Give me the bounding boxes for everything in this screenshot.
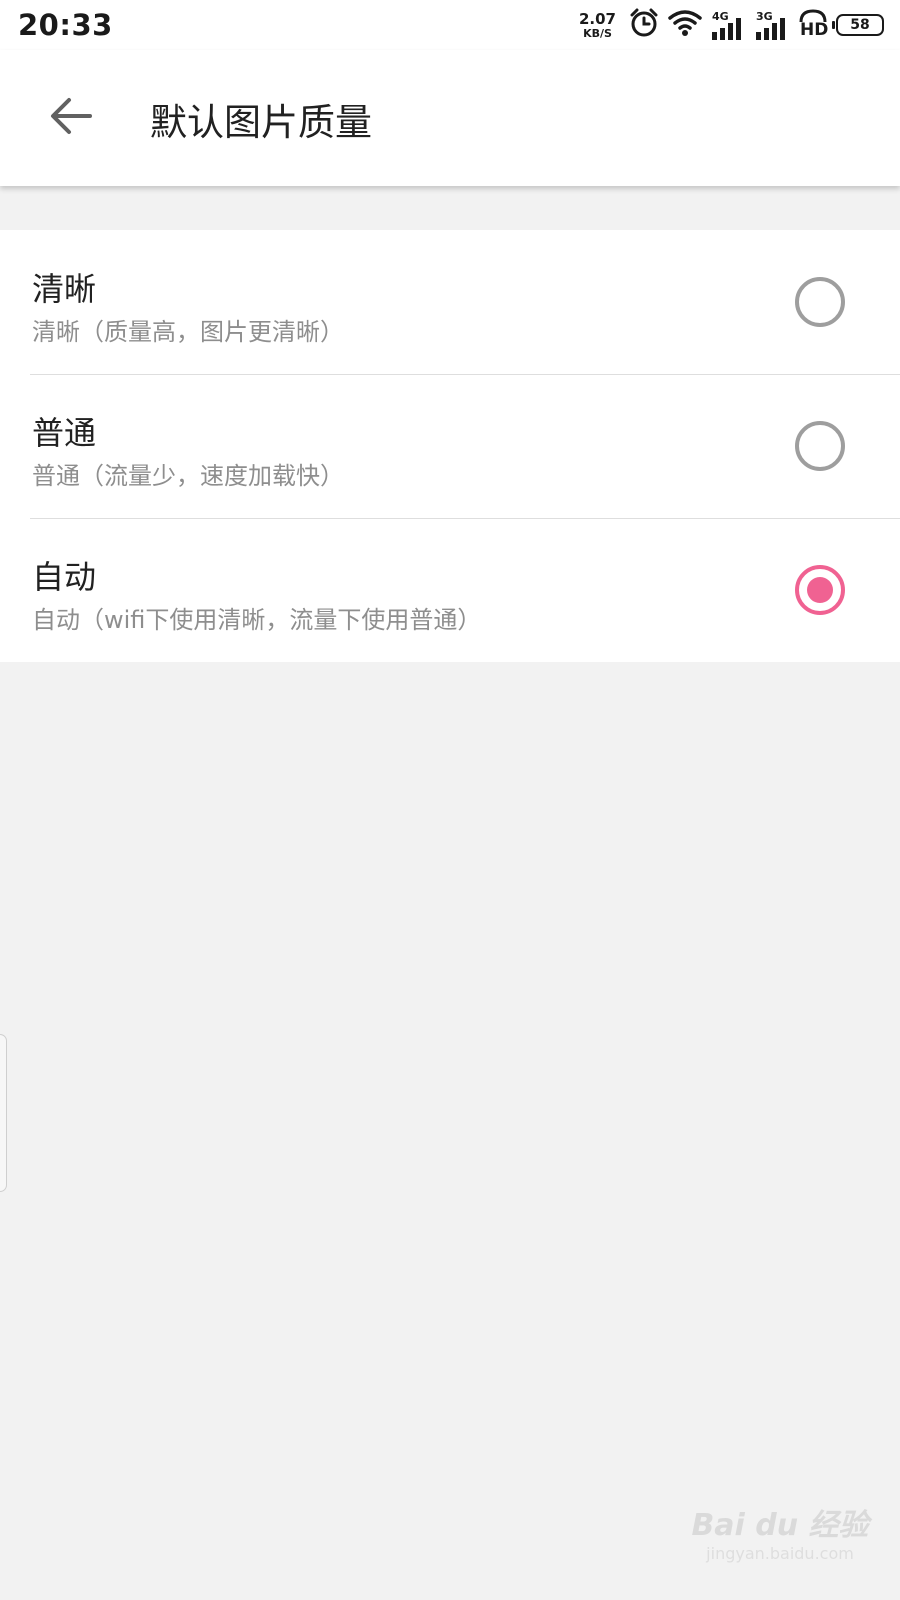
watermark-url: jingyan.baidu.com	[706, 1544, 854, 1563]
network-speed-unit: KB/S	[583, 26, 612, 40]
quality-options-list: 清晰 清晰（质量高，图片更清晰） 普通 普通（流量少，速度加载快） 自动 自动（…	[0, 230, 900, 662]
sim1-signal: 4G	[710, 10, 746, 40]
option-title: 普通	[32, 414, 97, 452]
network-speed: 2.07 KB/S	[578, 9, 616, 40]
option-normal[interactable]: 普通 普通（流量少，速度加载快）	[0, 374, 900, 518]
option-title: 清晰	[32, 270, 97, 308]
option-auto[interactable]: 自动 自动（wifi下使用清晰，流量下使用普通）	[0, 518, 900, 662]
status-icons: 2.07 KB/S 4G 3G HD 58	[579, 8, 884, 42]
radio-button-checked[interactable]	[795, 565, 845, 615]
watermark-brand: Bai du 经验	[691, 1508, 869, 1543]
status-bar: 20:33 2.07 KB/S 4G 3G HD 58	[0, 0, 900, 50]
status-time: 20:33	[18, 8, 113, 42]
battery-level: 58	[850, 17, 870, 33]
app-bar: 默认图片质量	[0, 50, 900, 186]
page-title: 默认图片质量	[150, 101, 372, 144]
hd-label: HD	[800, 20, 829, 40]
watermark: Bai du 经验 jingyan.baidu.com	[690, 1500, 870, 1563]
option-title: 自动	[32, 558, 97, 596]
radio-button-unchecked[interactable]	[795, 421, 845, 471]
arrow-back-icon	[48, 96, 92, 140]
hd-voice-icon: HD	[798, 9, 828, 41]
radio-button-unchecked[interactable]	[795, 277, 845, 327]
signal-bars-icon	[756, 18, 785, 40]
back-button[interactable]	[38, 86, 102, 150]
edge-drawer-handle[interactable]	[0, 1034, 7, 1192]
option-description: 清晰（质量高，图片更清晰）	[32, 318, 344, 346]
signal-bars-icon	[712, 18, 741, 40]
sim2-signal: 3G	[754, 10, 790, 40]
option-clear[interactable]: 清晰 清晰（质量高，图片更清晰）	[0, 230, 900, 374]
alarm-icon	[628, 7, 660, 43]
network-speed-value: 2.07	[578, 9, 616, 28]
option-description: 自动（wifi下使用清晰，流量下使用普通）	[32, 606, 482, 634]
battery-icon: 58	[832, 14, 884, 36]
wifi-icon	[668, 9, 702, 41]
option-description: 普通（流量少，速度加载快）	[32, 462, 344, 490]
